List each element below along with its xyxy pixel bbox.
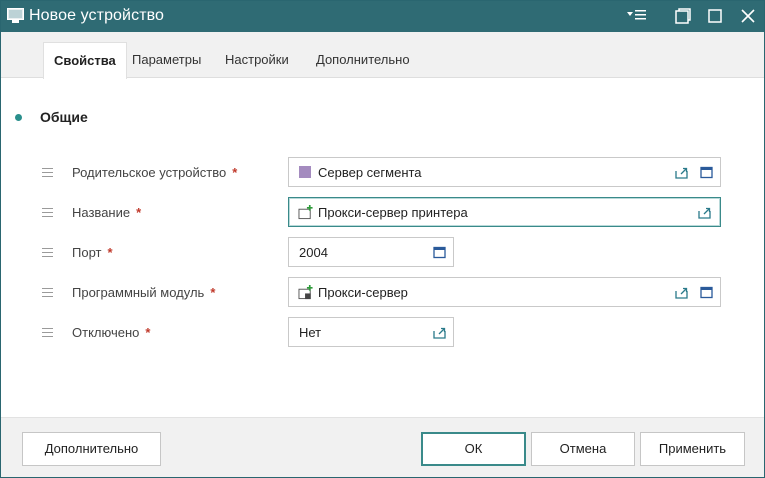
restore-button[interactable]	[673, 7, 693, 25]
field-label: Отключено *	[72, 325, 151, 340]
segment-server-icon	[299, 166, 311, 178]
field-value: Прокси-сервер принтера	[318, 205, 468, 220]
name-field[interactable]: Прокси-сервер принтера	[288, 197, 721, 227]
select-icon[interactable]	[675, 166, 688, 179]
tab-properties[interactable]: Свойства	[43, 42, 127, 79]
tab-parameters[interactable]: Параметры	[122, 42, 211, 78]
field-label: Программный модуль *	[72, 285, 216, 300]
field-row-program-module: Программный модуль * Прокси-сервер	[1, 277, 764, 311]
section-title: Общие	[40, 109, 88, 125]
open-window-icon[interactable]	[433, 246, 446, 259]
drag-handle-icon[interactable]	[42, 168, 53, 177]
open-window-icon[interactable]	[700, 286, 713, 299]
apply-button[interactable]: Применить	[640, 432, 745, 466]
field-label: Порт *	[72, 245, 113, 260]
monitor-icon	[7, 8, 24, 23]
menu-icon	[627, 10, 646, 20]
select-icon[interactable]	[675, 286, 688, 299]
field-row-port: Порт * 2004	[1, 237, 764, 271]
tab-settings[interactable]: Настройки	[215, 42, 299, 78]
field-value: Сервер сегмента	[318, 165, 422, 180]
restore-icon	[675, 8, 691, 24]
window-menu-button[interactable]	[627, 7, 647, 25]
port-field[interactable]: 2004	[288, 237, 454, 267]
field-value: 2004	[299, 245, 328, 260]
field-row-disabled: Отключено * Нет	[1, 317, 764, 351]
field-value: Прокси-сервер	[318, 285, 408, 300]
drag-handle-icon[interactable]	[42, 248, 53, 257]
required-mark: *	[145, 325, 151, 340]
more-button[interactable]: Дополнительно	[22, 432, 161, 466]
required-mark: *	[107, 245, 113, 260]
required-mark: *	[232, 165, 238, 180]
maximize-button[interactable]	[705, 7, 725, 25]
drag-handle-icon[interactable]	[42, 208, 53, 217]
field-row-parent-device: Родительское устройство * Сервер сегмента	[1, 157, 764, 191]
drag-handle-icon[interactable]	[42, 288, 53, 297]
field-label: Название *	[72, 205, 142, 220]
cancel-button[interactable]: Отмена	[531, 432, 635, 466]
window-title: Новое устройство	[29, 7, 165, 24]
close-button[interactable]	[738, 7, 758, 25]
required-mark: *	[210, 285, 216, 300]
field-label: Родительское устройство *	[72, 165, 238, 180]
module-icon	[298, 285, 313, 300]
new-device-icon	[298, 205, 313, 220]
program-module-field[interactable]: Прокси-сервер	[288, 277, 721, 307]
title-bar[interactable]: Новое устройство	[1, 1, 764, 32]
dialog-window: Новое устройство Свойства Параметры Наст…	[0, 0, 765, 478]
tab-bar: Свойства Параметры Настройки Дополнитель…	[1, 32, 764, 79]
ok-button[interactable]: ОК	[421, 432, 526, 466]
maximize-icon	[708, 9, 722, 23]
field-value: Нет	[299, 325, 322, 340]
select-icon[interactable]	[433, 326, 446, 339]
open-window-icon[interactable]	[700, 166, 713, 179]
close-icon	[741, 9, 755, 23]
disabled-field[interactable]: Нет	[288, 317, 454, 347]
parent-device-field[interactable]: Сервер сегмента	[288, 157, 721, 187]
required-mark: *	[136, 205, 142, 220]
tab-additional[interactable]: Дополнительно	[306, 42, 420, 78]
select-icon[interactable]	[698, 206, 711, 219]
drag-handle-icon[interactable]	[42, 328, 53, 337]
field-row-name: Название * Прокси-сервер принтера	[1, 197, 764, 231]
section-bullet	[15, 114, 22, 121]
dialog-footer: Дополнительно ОК Отмена Применить	[1, 417, 764, 477]
